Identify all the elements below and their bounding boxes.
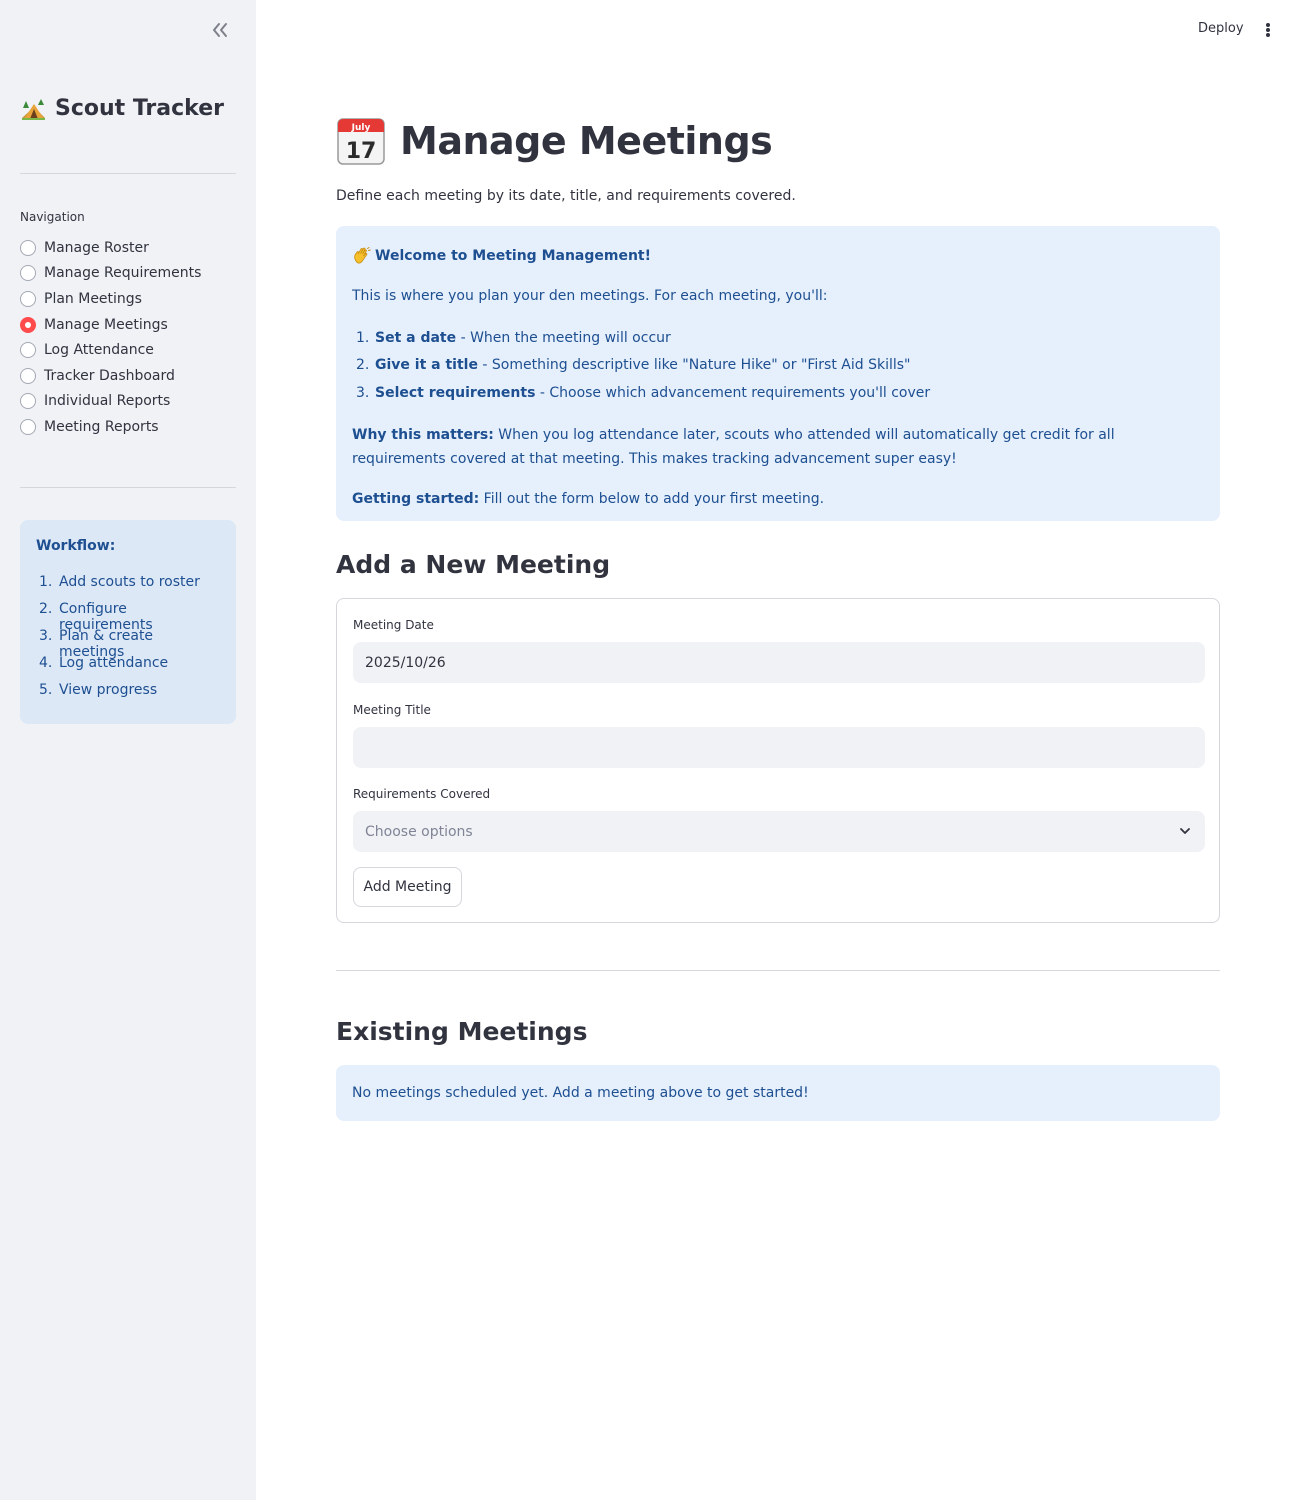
info-why: Why this matters: When you log attendanc…	[352, 423, 1204, 471]
step-text: Log attendance	[59, 655, 169, 671]
radio-button[interactable]	[20, 239, 36, 256]
nav-item-manage-requirements[interactable]: Manage Requirements	[20, 261, 201, 287]
no-meetings-info-box: No meetings scheduled yet. Add a meeting…	[336, 1065, 1220, 1121]
info-welcome-text: Welcome to Meeting Management!	[375, 248, 652, 264]
page-title-text: Manage Meetings	[400, 119, 773, 163]
nav-item-log-attendance[interactable]: Log Attendance	[20, 337, 201, 363]
step-text: Configure requirements	[59, 601, 153, 633]
nav-item-plan-meetings[interactable]: Plan Meetings	[20, 286, 201, 312]
section-divider	[336, 970, 1220, 971]
sidebar-divider	[20, 487, 236, 488]
info-step: 3. Select requirements - Choose which adv…	[352, 379, 1204, 407]
nav-item-individual-reports[interactable]: Individual Reports	[20, 389, 201, 415]
app-title-text: Scout Tracker	[55, 96, 224, 121]
step-number: 4.	[39, 655, 53, 671]
radio-button[interactable]	[20, 367, 36, 384]
nav-radio-group: Manage Roster Manage Requirements Plan M…	[20, 235, 201, 440]
waving-hand-icon	[354, 247, 371, 264]
step-text: Plan & create meetings	[59, 628, 154, 660]
info-step: 1. Set a date - When the meeting will occ…	[352, 324, 1204, 352]
sidebar-divider	[20, 173, 236, 174]
step-text: Add scouts to roster	[59, 574, 200, 590]
nav-item-label: Manage Roster	[44, 239, 149, 256]
step-number: 1.	[39, 574, 53, 590]
radio-button[interactable]	[20, 265, 36, 282]
requirements-multiselect[interactable]: Choose options	[353, 811, 1205, 852]
meeting-title-label: Meeting Title	[353, 703, 431, 717]
nav-item-label: Meeting Reports	[44, 418, 159, 435]
workflow-step: 4. Log attendance	[36, 655, 220, 682]
step-title: Give it a title	[375, 357, 478, 374]
start-text: Fill out the form below to add your firs…	[479, 490, 825, 507]
step-number: 1.	[356, 329, 370, 346]
nav-item-manage-roster[interactable]: Manage Roster	[20, 235, 201, 261]
meeting-title-input[interactable]	[353, 727, 1205, 768]
existing-meetings-heading: Existing Meetings	[336, 1017, 588, 1046]
info-steps: 1. Set a date - When the meeting will occ…	[352, 324, 1204, 407]
step-number: 3.	[39, 628, 53, 644]
page-subtitle: Define each meeting by its date, title, …	[336, 188, 796, 204]
svg-text:July: July	[351, 123, 371, 133]
nav-item-manage-meetings[interactable]: Manage Meetings	[20, 312, 201, 338]
double-chevron-left-icon	[213, 23, 227, 37]
workflow-step: 3. Plan & create meetings	[36, 628, 220, 660]
workflow-info-box: Workflow: 1. Add scouts to roster 2. Confi…	[20, 520, 236, 724]
workflow-title: Workflow:	[36, 538, 116, 554]
nav-item-label: Individual Reports	[44, 393, 171, 410]
camping-tent-icon	[22, 98, 45, 120]
more-vertical-icon[interactable]	[1262, 21, 1274, 39]
step-number: 5.	[39, 682, 53, 698]
why-title: Why this matters:	[352, 426, 494, 443]
add-meeting-button[interactable]: Add Meeting	[353, 867, 462, 907]
step-number: 3.	[356, 384, 370, 401]
step-text: - Choose which advancement requirements …	[535, 384, 931, 401]
workflow-step: 5. View progress	[36, 682, 220, 709]
meeting-date-input[interactable]: 2025/10/26	[353, 642, 1205, 683]
start-title: Getting started:	[352, 490, 480, 507]
workflow-step: 1. Add scouts to roster	[36, 574, 220, 601]
welcome-info-box: Welcome to Meeting Management! This is w…	[336, 226, 1220, 521]
step-text: - When the meeting will occur	[456, 329, 671, 346]
radio-button[interactable]	[20, 342, 36, 359]
app-title: Scout Tracker	[20, 96, 224, 121]
nav-item-meeting-reports[interactable]: Meeting Reports	[20, 414, 201, 440]
step-text: - Something descriptive like "Nature Hik…	[477, 357, 911, 374]
workflow-steps: 1. Add scouts to roster 2. Configure requi…	[36, 574, 220, 709]
requirements-placeholder: Choose options	[365, 823, 473, 840]
step-text: View progress	[59, 682, 158, 698]
radio-button[interactable]	[20, 290, 36, 307]
radio-button[interactable]	[20, 393, 36, 410]
page-title: July 17 Manage Meetings	[336, 116, 773, 166]
nav-item-label: Plan Meetings	[44, 290, 142, 307]
nav-item-label: Log Attendance	[44, 342, 154, 359]
info-step: 2. Give it a title - Something descriptiv…	[352, 352, 1204, 380]
step-title: Select requirements	[375, 384, 536, 401]
step-number: 2.	[39, 601, 53, 617]
workflow-step: 2. Configure requirements	[36, 601, 220, 633]
step-title: Set a date	[375, 329, 457, 346]
nav-item-label: Tracker Dashboard	[44, 367, 175, 384]
nav-item-label: Manage Meetings	[44, 316, 168, 333]
meeting-date-label: Meeting Date	[353, 618, 434, 632]
info-intro: This is where you plan your den meetings…	[352, 288, 828, 304]
calendar-july-17-icon: July 17	[337, 118, 385, 165]
svg-text:17: 17	[346, 139, 377, 164]
sidebar: Scout Tracker Navigation Manage Roster M…	[0, 0, 256, 1500]
nav-item-label: Manage Requirements	[44, 265, 202, 282]
add-meeting-heading: Add a New Meeting	[336, 550, 611, 579]
requirements-label: Requirements Covered	[353, 787, 491, 801]
chevron-down-icon	[1180, 828, 1190, 834]
info-getting-started: Getting started: Fill out the form below…	[352, 487, 1204, 511]
info-welcome: Welcome to Meeting Management!	[352, 244, 1204, 268]
step-number: 2.	[356, 357, 370, 374]
deploy-button[interactable]: Deploy	[1198, 21, 1244, 36]
radio-button-selected[interactable]	[20, 316, 36, 333]
nav-item-tracker-dashboard[interactable]: Tracker Dashboard	[20, 363, 201, 389]
radio-button[interactable]	[20, 418, 36, 435]
add-meeting-form: Meeting Date 2025/10/26 Meeting Title Re…	[336, 598, 1220, 923]
collapse-sidebar-button[interactable]	[209, 20, 231, 40]
nav-label: Navigation	[20, 210, 85, 224]
